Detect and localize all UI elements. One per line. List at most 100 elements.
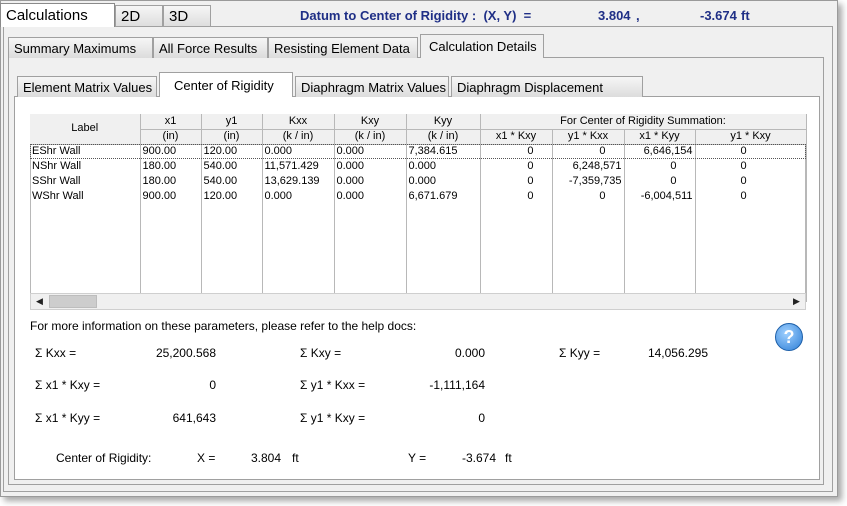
- tab-resisting-element-data[interactable]: Resisting Element Data: [268, 37, 418, 58]
- tab-all-force-results[interactable]: All Force Results: [153, 37, 268, 58]
- cell: 900.00: [140, 144, 202, 159]
- cell: 0: [624, 174, 696, 189]
- tab-3d[interactable]: 3D: [163, 5, 211, 27]
- table-row[interactable]: WShr Wall 900.00 120.00 0.000 0.000 6,67…: [30, 189, 807, 204]
- cell: 6,646,154: [624, 144, 696, 159]
- cor-y-label: Y =: [408, 451, 427, 465]
- col-x1-header[interactable]: x1: [140, 114, 202, 130]
- row-label: SShr Wall: [30, 174, 141, 189]
- cell: 0: [695, 189, 807, 204]
- col-kxx-header[interactable]: Kxx: [262, 114, 335, 130]
- row-label: EShr Wall: [30, 144, 141, 159]
- cell: 0.000: [262, 144, 335, 159]
- y1-unit: (in): [201, 129, 263, 145]
- cell: 0: [552, 144, 625, 159]
- cell: 0: [624, 159, 696, 174]
- tab-element-matrix-values[interactable]: Element Matrix Values: [17, 76, 157, 97]
- cell: 0.000: [406, 159, 481, 174]
- cell: 0.000: [406, 174, 481, 189]
- col-label-header[interactable]: Label: [30, 114, 141, 145]
- datum-label: Datum to Center of Rigidity : (X, Y) =: [300, 8, 532, 23]
- col-y1-kxx-header[interactable]: y1 * Kxx: [552, 129, 625, 145]
- cell: 0.000: [334, 189, 407, 204]
- sum-y1kxx-value: -1,111,164: [429, 378, 485, 392]
- tab-2d[interactable]: 2D: [115, 5, 163, 27]
- cell: 0: [480, 159, 553, 174]
- cell: 0: [552, 189, 625, 204]
- cell: 0.000: [334, 159, 407, 174]
- datum-x-value: 3.804: [598, 8, 631, 23]
- cell: 120.00: [201, 189, 263, 204]
- table-row[interactable]: SShr Wall 180.00 540.00 13,629.139 0.000…: [30, 174, 807, 189]
- scrollbar-thumb[interactable]: [49, 295, 97, 308]
- col-y1-header[interactable]: y1: [201, 114, 263, 130]
- row-label: NShr Wall: [30, 159, 141, 174]
- sum-x1kxy-value: 0: [209, 378, 216, 392]
- datum-comma: ,: [636, 8, 640, 23]
- cell: 0: [480, 144, 553, 159]
- cell: 180.00: [140, 159, 202, 174]
- cell: -7,359,735: [552, 174, 625, 189]
- cor-x-value: 3.804: [250, 451, 281, 465]
- col-x1-kyy-header[interactable]: x1 * Kyy: [624, 129, 696, 145]
- sum-kyy-value: 14,056.295: [647, 346, 708, 360]
- cell: 6,248,571: [552, 159, 625, 174]
- tab-calculations[interactable]: Calculations: [0, 3, 115, 27]
- summation-group-header: For Center of Rigidity Summation:: [480, 114, 807, 130]
- kxx-unit: (k / in): [262, 129, 335, 145]
- cell: 11,571.429: [262, 159, 335, 174]
- cell: 120.00: [201, 144, 263, 159]
- center-of-rigidity-label: Center of Rigidity:: [56, 451, 152, 465]
- tab-center-of-rigidity[interactable]: Center of Rigidity: [159, 72, 293, 97]
- table-row[interactable]: EShr Wall 900.00 120.00 0.000 0.000 7,38…: [30, 144, 807, 159]
- sum-y1kxy-label: Σ y1 * Kxy =: [300, 411, 366, 425]
- col-x1-kxy-header[interactable]: x1 * Kxy: [480, 129, 553, 145]
- sum-kxx-label: Σ Kxx =: [35, 346, 77, 360]
- sum-x1kyy-value: 641,643: [172, 411, 216, 425]
- sum-kyy-label: Σ Kyy =: [559, 346, 601, 360]
- cell: 0.000: [334, 144, 407, 159]
- cell: 0: [695, 174, 807, 189]
- col-y1-kxy-header[interactable]: y1 * Kxy: [695, 129, 807, 145]
- cell: 7,384.615: [406, 144, 481, 159]
- cor-y-value: -3.674: [461, 451, 496, 465]
- horizontal-scrollbar[interactable]: ◀ ▶: [30, 293, 806, 310]
- sum-y1kxy-value: 0: [478, 411, 485, 425]
- results-table: Label x1 y1 Kxx Kxy Kyy For Center of Ri…: [30, 114, 807, 302]
- cell: 6,671.679: [406, 189, 481, 204]
- sum-kxy-label: Σ Kxy =: [300, 346, 342, 360]
- sum-kxx-value: 25,200.568: [155, 346, 216, 360]
- x1-unit: (in): [140, 129, 202, 145]
- arrow-right-icon[interactable]: ▶: [788, 294, 805, 309]
- cell: 180.00: [140, 174, 202, 189]
- help-icon[interactable]: ?: [775, 323, 803, 351]
- cell: 540.00: [201, 159, 263, 174]
- table-row[interactable]: NShr Wall 180.00 540.00 11,571.429 0.000…: [30, 159, 807, 174]
- cell: 540.00: [201, 174, 263, 189]
- tab-diaphragm-matrix-values[interactable]: Diaphragm Matrix Values: [295, 76, 449, 97]
- sum-kxy-value: 0.000: [454, 346, 485, 360]
- datum-unit: ft: [741, 8, 750, 23]
- kyy-unit: (k / in): [406, 129, 481, 145]
- datum-y-value: -3.674: [700, 8, 737, 23]
- sum-y1kxx-label: Σ y1 * Kxx =: [300, 378, 366, 392]
- tab-calculation-details[interactable]: Calculation Details: [420, 34, 544, 58]
- cell: 900.00: [140, 189, 202, 204]
- cell: 0: [480, 189, 553, 204]
- sum-x1kyy-label: Σ x1 * Kyy =: [35, 411, 101, 425]
- col-kyy-header[interactable]: Kyy: [406, 114, 481, 130]
- cor-y-unit: ft: [505, 451, 512, 465]
- cor-x-label: X =: [197, 451, 216, 465]
- col-kxy-header[interactable]: Kxy: [334, 114, 407, 130]
- tab-summary-maximums[interactable]: Summary Maximums: [8, 37, 153, 58]
- cell: -6,004,511: [624, 189, 696, 204]
- tab-diaphragm-displacement[interactable]: Diaphragm Displacement: [451, 76, 643, 97]
- help-info-text: For more information on these parameters…: [30, 319, 417, 333]
- kxy-unit: (k / in): [334, 129, 407, 145]
- cell: 0: [695, 144, 807, 159]
- arrow-left-icon[interactable]: ◀: [31, 294, 48, 309]
- cell: 0.000: [334, 174, 407, 189]
- cor-x-unit: ft: [292, 451, 299, 465]
- cell: 0: [480, 174, 553, 189]
- sum-x1kxy-label: Σ x1 * Kxy =: [35, 378, 101, 392]
